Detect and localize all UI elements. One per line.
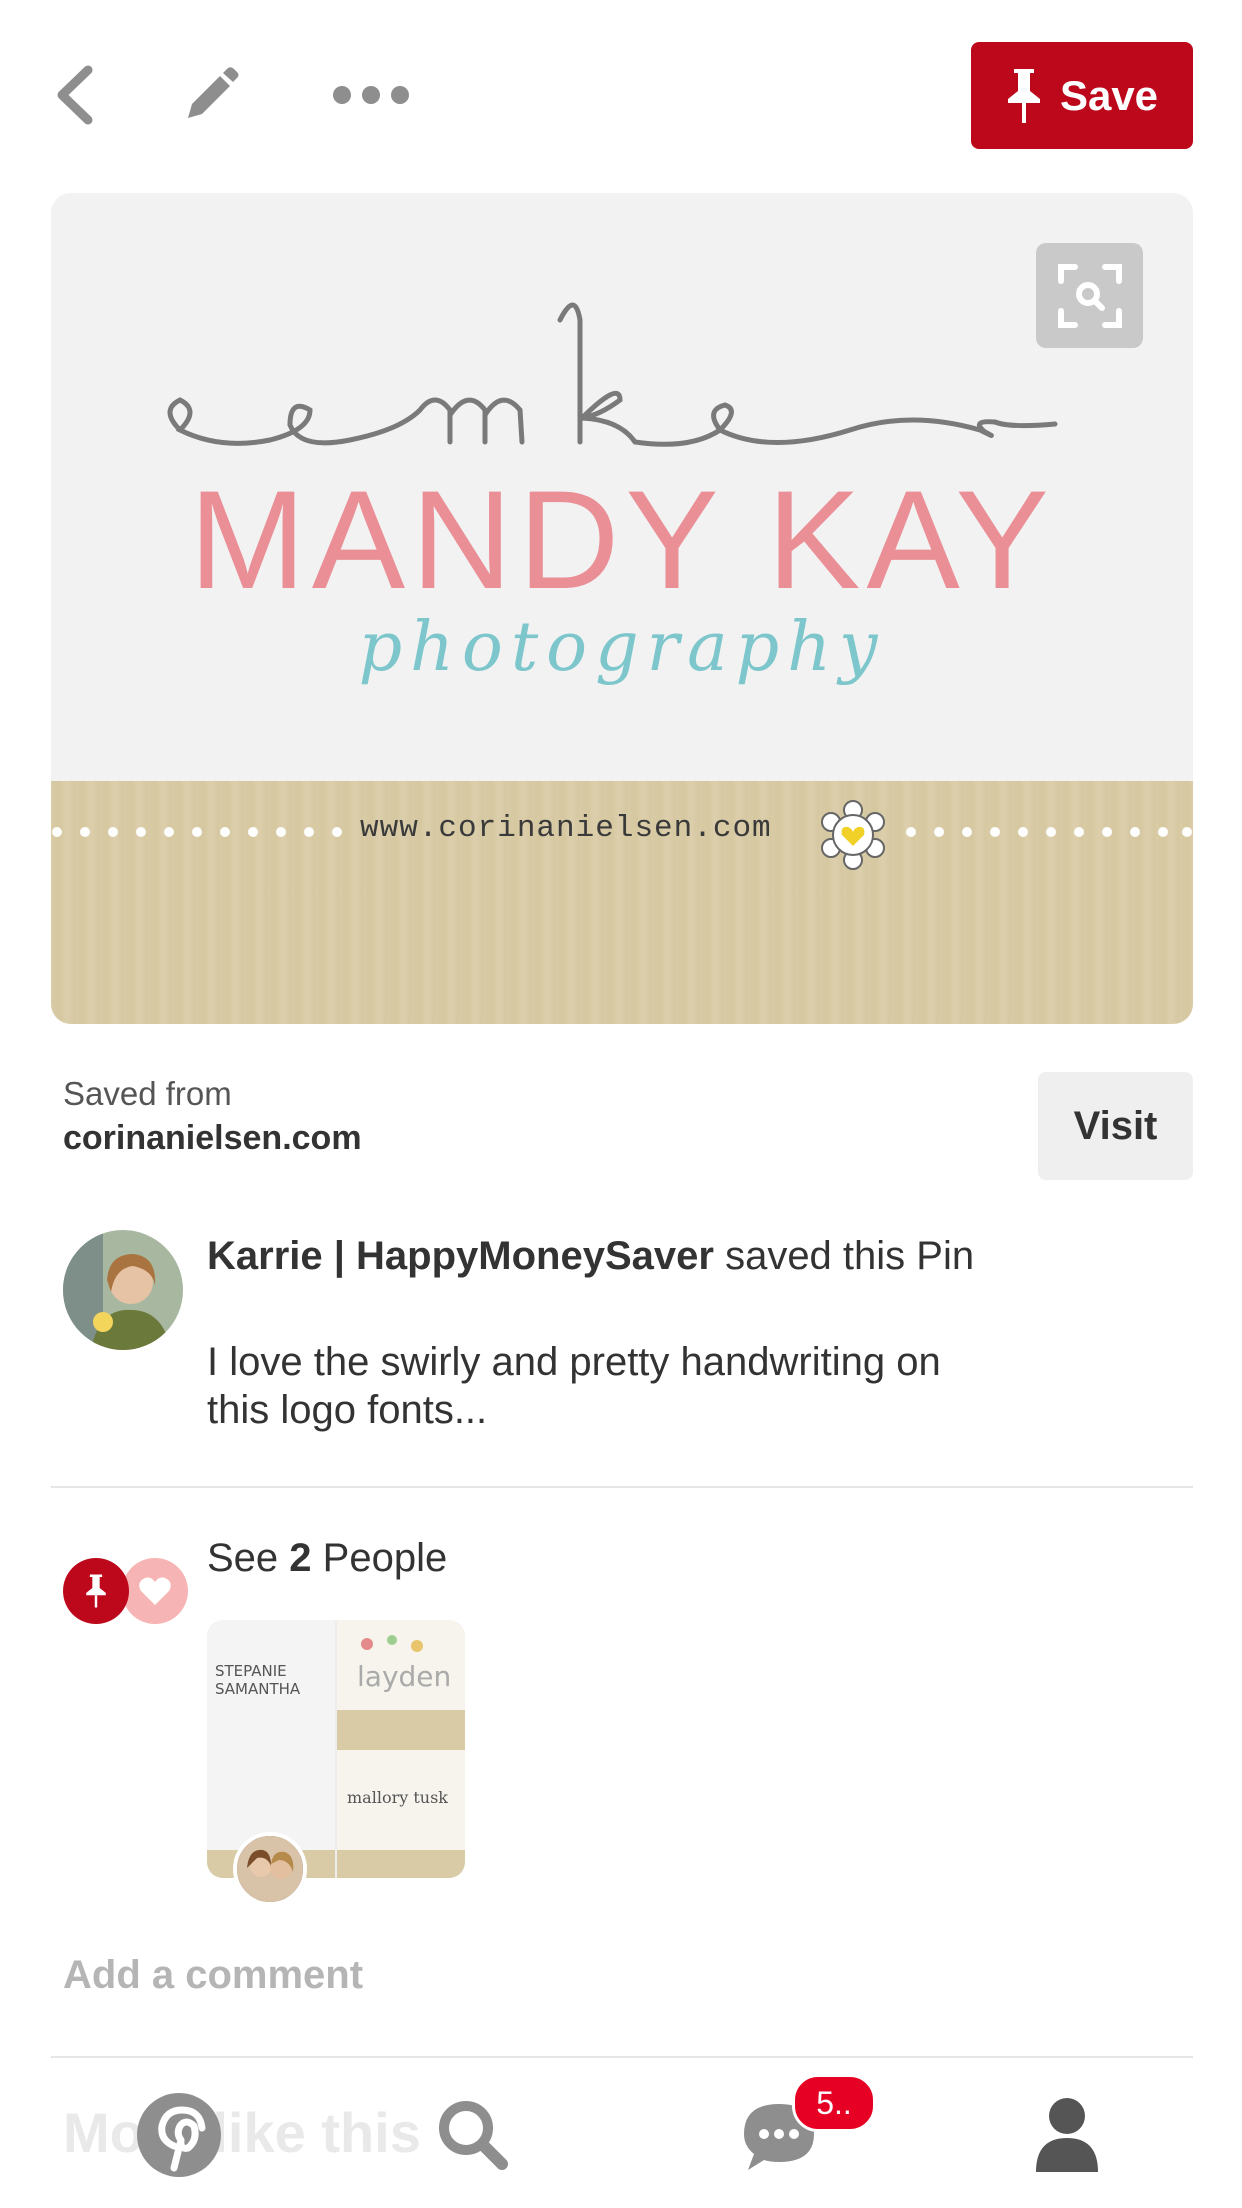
see-people-suffix: People [311, 1536, 448, 1580]
divider [51, 1486, 1193, 1488]
pencil-icon [188, 67, 239, 118]
nav-profile-tab[interactable] [1022, 2090, 1112, 2180]
see-people-link[interactable]: See 2 People [207, 1536, 447, 1581]
search-icon [439, 2101, 508, 2170]
nav-home-tab[interactable] [134, 2090, 224, 2180]
logo-name: MANDY KAY [189, 461, 1055, 618]
visit-button[interactable]: Visit [1038, 1072, 1193, 1180]
pin-description: I love the swirly and pretty handwriting… [207, 1340, 941, 1432]
see-people-count: 2 [289, 1536, 312, 1580]
more-options-button[interactable] [326, 60, 416, 130]
back-button[interactable] [44, 60, 104, 130]
logo-url: www.corinanielsen.com [360, 811, 772, 846]
flower-heart-icon [821, 800, 885, 870]
board-name-1: STEPANIE [215, 1662, 287, 1680]
saved-from-label: Saved from [63, 1075, 232, 1112]
ellipsis-icon [333, 86, 409, 104]
board-owner-avatar[interactable] [233, 1832, 307, 1906]
chevron-left-icon [57, 65, 93, 125]
person-icon [1036, 2098, 1098, 2172]
source-domain-link[interactable]: corinanielsen.com [63, 1119, 362, 1158]
pushpin-icon [86, 1574, 106, 1608]
saver-attribution: Karrie | HappyMoneySaver saved this Pin [207, 1232, 1007, 1280]
avatar-photo [237, 1836, 303, 1902]
board-name-4: mallory tusk [347, 1788, 448, 1807]
heart-icon [139, 1577, 171, 1605]
heart-badge [122, 1558, 188, 1624]
edit-button[interactable] [178, 60, 244, 130]
board-name-2: SAMANTHA [215, 1680, 301, 1698]
saver-action-text: saved this Pin [713, 1234, 975, 1278]
logo-monogram-swirl [167, 302, 1058, 447]
more-like-this-heading: More like this [63, 2101, 421, 2164]
nav-search-tab[interactable] [428, 2090, 518, 2180]
see-people-prefix: See [207, 1536, 290, 1580]
pinterest-logo-icon [137, 2093, 221, 2177]
add-comment-field[interactable]: Add a comment [63, 1953, 363, 1998]
board-name-3: layden [357, 1660, 452, 1693]
visual-search-button[interactable] [1036, 243, 1143, 348]
avatar-photo [63, 1230, 183, 1350]
pin-badge [63, 1558, 129, 1624]
messages-badge: 5.. [792, 2074, 876, 2132]
logo-tagline: photography [358, 608, 886, 687]
divider [51, 2056, 1193, 2058]
save-button-label: Save [1059, 71, 1159, 119]
pushpin-icon [1007, 68, 1040, 123]
saver-avatar[interactable] [63, 1230, 183, 1350]
saver-name-link[interactable]: Karrie | HappyMoneySaver [207, 1234, 714, 1278]
visual-search-icon [1057, 263, 1122, 328]
save-button[interactable]: Save [971, 42, 1193, 149]
